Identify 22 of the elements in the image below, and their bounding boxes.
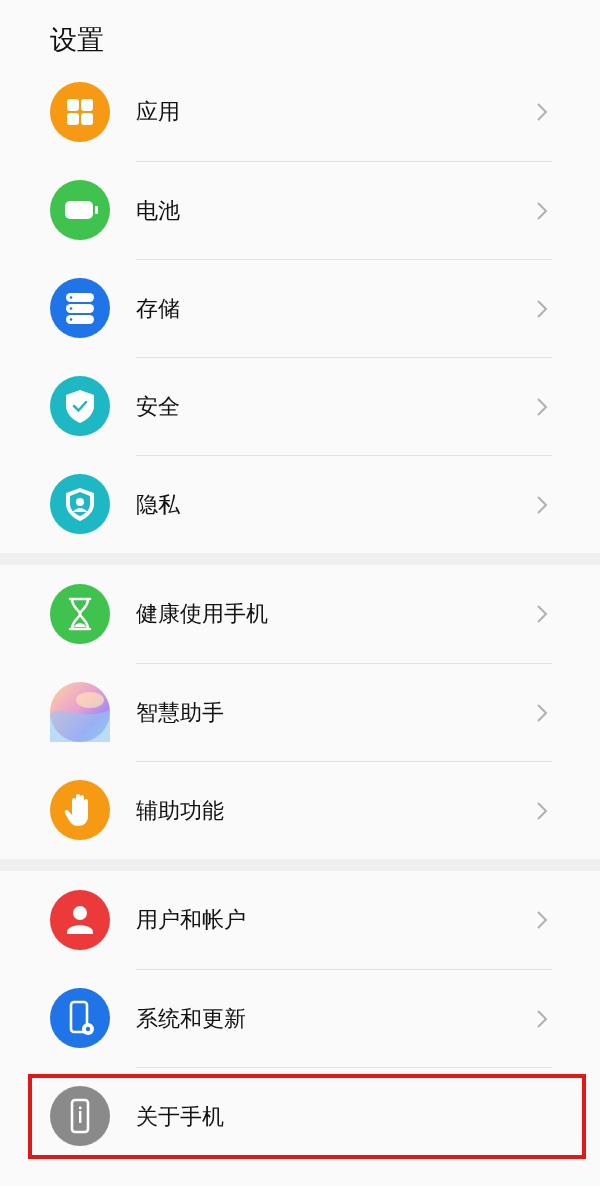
item-label: 用户和帐户	[136, 906, 246, 934]
settings-item[interactable]: 系统和更新	[0, 969, 600, 1067]
item-label: 应用	[136, 98, 180, 126]
settings-item[interactable]: 用户和帐户	[0, 871, 600, 969]
settings-item[interactable]: 智慧助手	[0, 663, 600, 761]
settings-item[interactable]: 应用	[0, 63, 600, 161]
settings-item[interactable]: 安全	[0, 357, 600, 455]
page-title: 设置	[49, 23, 105, 57]
item-label: 隐私	[136, 490, 180, 519]
orb-icon	[50, 682, 110, 742]
settings-item[interactable]: 健康使用手机	[0, 565, 600, 663]
item-label: 存储	[136, 294, 180, 323]
settings-item[interactable]: 存储	[0, 259, 600, 357]
settings-item[interactable]: 关于手机	[0, 1067, 600, 1165]
item-label: 智慧助手	[136, 698, 224, 727]
item-label: 关于手机	[136, 1102, 224, 1131]
item-label: 电池	[136, 196, 180, 225]
item-label: 辅助功能	[136, 796, 224, 825]
settings-item[interactable]: 电池	[0, 161, 600, 259]
item-label: 健康使用手机	[136, 600, 268, 628]
item-label: 系统和更新	[136, 1004, 246, 1033]
item-label: 安全	[136, 392, 180, 421]
